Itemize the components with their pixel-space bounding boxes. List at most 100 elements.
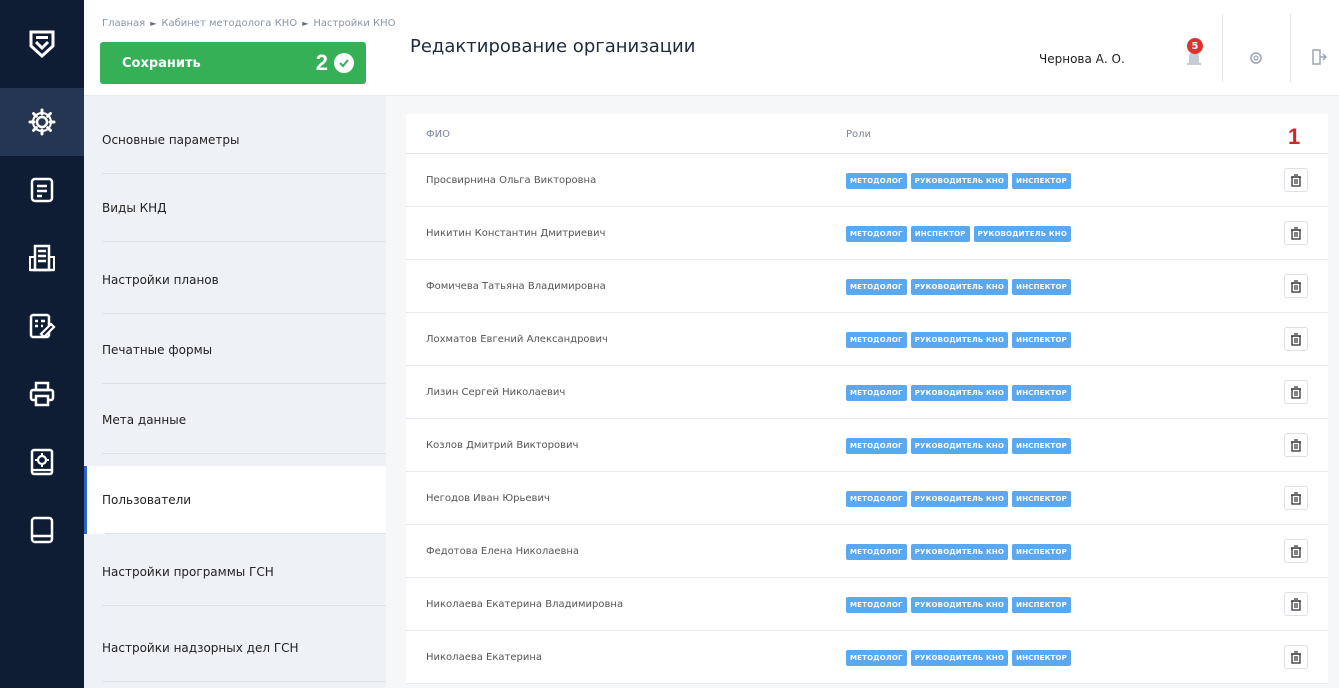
role-tag: ИНСПЕКТОР — [1012, 331, 1072, 348]
submenu-item-metadata[interactable]: Мета данные — [84, 386, 386, 454]
logo-shield-icon[interactable] — [0, 0, 84, 88]
table-header: ФИО Роли 1 — [406, 114, 1328, 154]
logout-icon[interactable] — [1310, 48, 1328, 66]
role-tag: МЕТОДОЛОГ — [846, 278, 907, 295]
bell-icon[interactable]: 5 — [1181, 38, 1207, 72]
submenu-item-label: Настройки программы ГСН — [102, 565, 274, 579]
column-header-roles[interactable]: Роли — [846, 114, 871, 154]
delete-icon[interactable] — [1284, 274, 1308, 298]
delete-icon[interactable] — [1284, 645, 1308, 669]
user-fio: Просвирнина Ольга Викторовна — [426, 175, 597, 186]
printer-icon[interactable] — [0, 360, 84, 428]
user-fio: Лохматов Евгений Александрович — [426, 334, 608, 345]
content-area: ФИО Роли 1 Просвирнина Ольга Викторовна М… — [386, 96, 1339, 688]
column-header-fio[interactable]: ФИО — [426, 114, 450, 154]
role-tag: ИНСПЕКТОР — [1012, 649, 1072, 666]
role-tag: РУКОВОДИТЕЛЬ КНО — [910, 543, 1009, 560]
submenu-item-gsn-cases[interactable]: Настройки надзорных дел ГСН — [84, 614, 386, 682]
role-tag: РУКОВОДИТЕЛЬ КНО — [910, 331, 1009, 348]
delete-icon[interactable] — [1284, 433, 1308, 457]
user-name[interactable]: Чернова А. О. — [1039, 52, 1125, 66]
role-tag: МЕТОДОЛОГ — [846, 225, 907, 242]
role-tags: МЕТОДОЛОГ РУКОВОДИТЕЛЬ КНО ИНСПЕКТОР — [846, 472, 1072, 525]
user-fio: Козлов Дмитрий Викторович — [426, 440, 579, 451]
header-divider — [1222, 14, 1223, 82]
role-tag: РУКОВОДИТЕЛЬ КНО — [973, 225, 1072, 242]
submenu-item-label: Настройки планов — [102, 273, 219, 287]
role-tag: РУКОВОДИТЕЛЬ КНО — [910, 596, 1009, 613]
role-tag: РУКОВОДИТЕЛЬ КНО — [910, 649, 1009, 666]
role-tag: МЕТОДОЛОГ — [846, 331, 907, 348]
role-tag: РУКОВОДИТЕЛЬ КНО — [910, 490, 1009, 507]
role-tag: ИНСПЕКТОР — [1012, 490, 1072, 507]
document-icon[interactable] — [0, 156, 84, 224]
breadcrumb-cabinet[interactable]: Кабинет методолога КНО — [161, 18, 297, 29]
delete-icon[interactable] — [1284, 168, 1308, 192]
submenu-item-gsn-program[interactable]: Настройки программы ГСН — [84, 538, 386, 606]
building-icon[interactable] — [0, 224, 84, 292]
role-tags: МЕТОДОЛОГ РУКОВОДИТЕЛЬ КНО ИНСПЕКТОР — [846, 154, 1072, 207]
breadcrumb-separator-icon: ► — [302, 19, 309, 28]
role-tag: МЕТОДОЛОГ — [846, 649, 907, 666]
submenu-item-basic-params[interactable]: Основные параметры — [84, 106, 386, 174]
user-fio: Николаева Екатерина Владимировна — [426, 599, 624, 610]
role-tags: МЕТОДОЛОГ ИНСПЕКТОР РУКОВОДИТЕЛЬ КНО — [846, 207, 1072, 260]
submenu-item-label: Пользователи — [102, 493, 192, 507]
book-settings-icon[interactable] — [0, 428, 84, 496]
table-row: Лизин Сергей Николаевич МЕТОДОЛОГ РУКОВОДИ… — [406, 366, 1328, 419]
role-tag: МЕТОДОЛОГ — [846, 437, 907, 454]
annotation-marker-1: 1 — [1288, 124, 1301, 149]
delete-icon[interactable] — [1284, 592, 1308, 616]
header: Главная ► Кабинет методолога КНО ► Настройки… — [84, 0, 1339, 96]
submenu-item-knd-types[interactable]: Виды КНД — [84, 174, 386, 242]
breadcrumb-home[interactable]: Главная — [102, 18, 145, 29]
table-row: Николаева Екатерина МЕТОДОЛОГ РУКОВОДИТЕЛЬ… — [406, 631, 1328, 684]
role-tag: ИНСПЕКТОР — [1012, 596, 1072, 613]
submenu-item-plan-settings[interactable]: Настройки планов — [84, 246, 386, 314]
delete-icon[interactable] — [1284, 486, 1308, 510]
role-tag: ИНСПЕКТОР — [1012, 172, 1072, 189]
icon-rail — [0, 0, 84, 688]
submenu-item-label: Мета данные — [102, 413, 187, 427]
role-tags: МЕТОДОЛОГ РУКОВОДИТЕЛЬ КНО ИНСПЕКТОР — [846, 419, 1072, 472]
user-fio: Федотова Елена Николаевна — [426, 546, 580, 557]
settings-icon[interactable] — [1248, 50, 1264, 66]
role-tag: РУКОВОДИТЕЛЬ КНО — [910, 384, 1009, 401]
breadcrumb: Главная ► Кабинет методолога КНО ► Настройки… — [102, 18, 396, 29]
delete-icon[interactable] — [1284, 327, 1308, 351]
role-tag: РУКОВОДИТЕЛЬ КНО — [910, 172, 1009, 189]
role-tags: МЕТОДОЛОГ РУКОВОДИТЕЛЬ КНО ИНСПЕКТОР — [846, 525, 1072, 578]
book-icon[interactable] — [0, 496, 84, 564]
role-tags: МЕТОДОЛОГ РУКОВОДИТЕЛЬ КНО ИНСПЕКТОР — [846, 260, 1072, 313]
checklist-edit-icon[interactable] — [0, 292, 84, 360]
role-tags: МЕТОДОЛОГ РУКОВОДИТЕЛЬ КНО ИНСПЕКТОР — [846, 313, 1072, 366]
user-fio: Лизин Сергей Николаевич — [426, 387, 566, 398]
user-fio: Николаева Екатерина — [426, 652, 543, 663]
save-button[interactable]: Сохранить 2 — [100, 42, 366, 84]
breadcrumb-separator-icon: ► — [150, 19, 157, 28]
submenu-item-label: Печатные формы — [102, 343, 213, 357]
role-tags: МЕТОДОЛОГ РУКОВОДИТЕЛЬ КНО ИНСПЕКТОР — [846, 578, 1072, 631]
gear-icon[interactable] — [0, 88, 84, 156]
role-tag: МЕТОДОЛОГ — [846, 384, 907, 401]
save-button-label: Сохранить — [122, 55, 201, 71]
role-tag: ИНСПЕКТОР — [910, 225, 970, 242]
submenu-item-users[interactable]: Пользователи — [84, 466, 386, 534]
delete-icon[interactable] — [1284, 221, 1308, 245]
table-row: Козлов Дмитрий Викторович МЕТОДОЛОГ РУКОВО… — [406, 419, 1328, 472]
role-tags: МЕТОДОЛОГ РУКОВОДИТЕЛЬ КНО ИНСПЕКТОР — [846, 631, 1072, 684]
table-row: Никитин Константин Дмитриевич МЕТОДОЛОГ ИН… — [406, 207, 1328, 260]
user-fio: Фомичева Татьяна Владимировна — [426, 281, 606, 292]
table-row: Лохматов Евгений Александрович МЕТОДОЛОГ Р… — [406, 313, 1328, 366]
role-tag: ИНСПЕКТОР — [1012, 278, 1072, 295]
table-row: Николаева Екатерина Владимировна МЕТОДОЛО… — [406, 578, 1328, 631]
annotation-marker-2: 2 — [315, 50, 328, 75]
settings-submenu: Основные параметры Виды КНД Настройки пл… — [84, 96, 386, 688]
table-row: Фомичева Татьяна Владимировна МЕТОДОЛОГ РУ… — [406, 260, 1328, 313]
delete-icon[interactable] — [1284, 539, 1308, 563]
table-row: Просвирнина Ольга Викторовна МЕТОДОЛОГ РУК… — [406, 154, 1328, 207]
breadcrumb-settings[interactable]: Настройки КНО — [313, 18, 395, 29]
delete-icon[interactable] — [1284, 380, 1308, 404]
role-tags: МЕТОДОЛОГ РУКОВОДИТЕЛЬ КНО ИНСПЕКТОР — [846, 366, 1072, 419]
submenu-item-print-forms[interactable]: Печатные формы — [84, 316, 386, 384]
